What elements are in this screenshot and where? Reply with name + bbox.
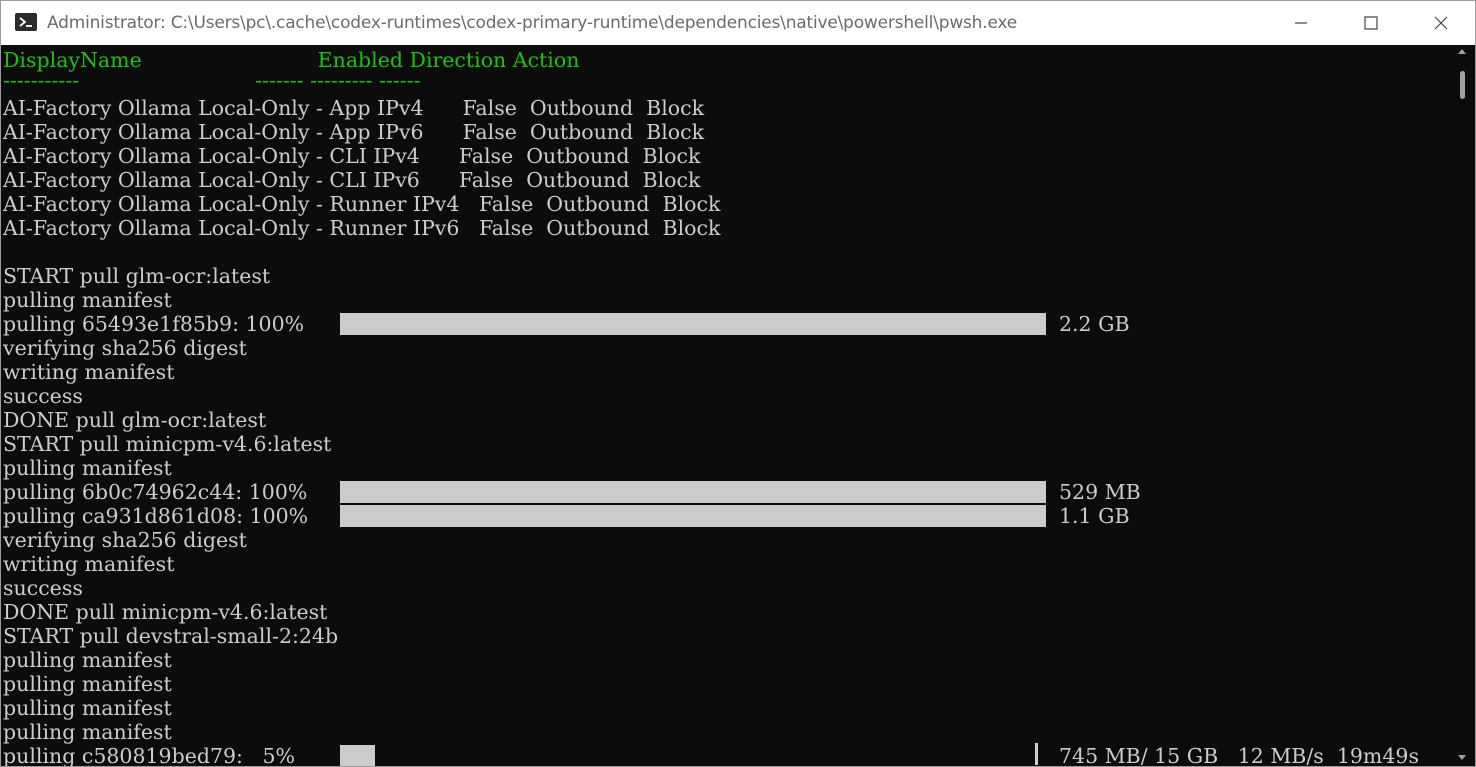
log-line: pulling manifest — [3, 648, 172, 672]
log-line: pulling manifest — [3, 456, 172, 480]
table-row: AI-Factory Ollama Local-Only - App IPv6 … — [3, 120, 705, 144]
download-stats: 745 MB/ 15 GB 12 MB/s 19m49s — [1059, 744, 1419, 767]
table-row: AI-Factory Ollama Local-Only - CLI IPv6 … — [3, 168, 701, 192]
log-line: verifying sha256 digest — [3, 336, 247, 360]
title-bar[interactable]: Administrator: C:\Users\pc\.cache\codex-… — [1, 1, 1475, 45]
table-row: AI-Factory Ollama Local-Only - CLI IPv4 … — [3, 144, 701, 168]
progress-bar-end — [1035, 743, 1038, 765]
log-line: pulling manifest — [3, 696, 172, 720]
table-separator: ----------- ------- --------- ------ — [3, 68, 421, 92]
download-size: 529 MB — [1059, 480, 1141, 504]
close-icon — [1434, 16, 1448, 30]
progress-bar — [340, 745, 376, 766]
log-line: success — [3, 576, 83, 600]
window-title: Administrator: C:\Users\pc\.cache\codex-… — [47, 13, 1018, 33]
terminal-window: Administrator: C:\Users\pc\.cache\codex-… — [0, 0, 1476, 767]
scroll-thumb[interactable] — [1460, 71, 1465, 99]
close-button[interactable] — [1406, 1, 1475, 45]
scroll-up-icon[interactable] — [1458, 49, 1466, 54]
progress-bar — [340, 313, 1046, 335]
download-size: 1.1 GB — [1059, 504, 1130, 528]
log-line: success — [3, 384, 83, 408]
table-row: AI-Factory Ollama Local-Only - Runner IP… — [3, 216, 721, 240]
download-size: 2.2 GB — [1059, 312, 1130, 336]
scroll-down-icon[interactable] — [1458, 755, 1466, 760]
table-row: AI-Factory Ollama Local-Only - App IPv4 … — [3, 96, 705, 120]
log-line: START pull glm-ocr:latest — [3, 264, 271, 288]
log-line: pulling 6b0c74962c44: 100% — [3, 480, 308, 504]
log-line: pulling ca931d861d08: 100% — [3, 504, 309, 528]
progress-bar — [340, 505, 1046, 527]
minimize-button[interactable] — [1266, 1, 1336, 45]
maximize-icon — [1364, 16, 1378, 30]
terminal-output[interactable]: DisplayName Enabled Direction Action ---… — [1, 45, 1450, 767]
log-line: pulling manifest — [3, 672, 172, 696]
minimize-icon — [1295, 22, 1307, 24]
vertical-scrollbar[interactable] — [1450, 45, 1475, 766]
maximize-button[interactable] — [1336, 1, 1406, 45]
table-row: AI-Factory Ollama Local-Only - Runner IP… — [3, 192, 721, 216]
log-line: pulling manifest — [3, 720, 172, 744]
log-line: writing manifest — [3, 360, 175, 384]
log-line: pulling manifest — [3, 288, 172, 312]
log-line: START pull minicpm-v4.6:latest — [3, 432, 332, 456]
powershell-icon — [15, 13, 37, 31]
log-line: pulling c580819bed79: 5% — [3, 744, 296, 767]
log-line: START pull devstral-small-2:24b — [3, 624, 339, 648]
log-line: verifying sha256 digest — [3, 528, 247, 552]
log-line: writing manifest — [3, 552, 175, 576]
log-line: DONE pull glm-ocr:latest — [3, 408, 267, 432]
log-line: pulling 65493e1f85b9: 100% — [3, 312, 305, 336]
log-line: DONE pull minicpm-v4.6:latest — [3, 600, 328, 624]
progress-bar — [340, 481, 1046, 503]
